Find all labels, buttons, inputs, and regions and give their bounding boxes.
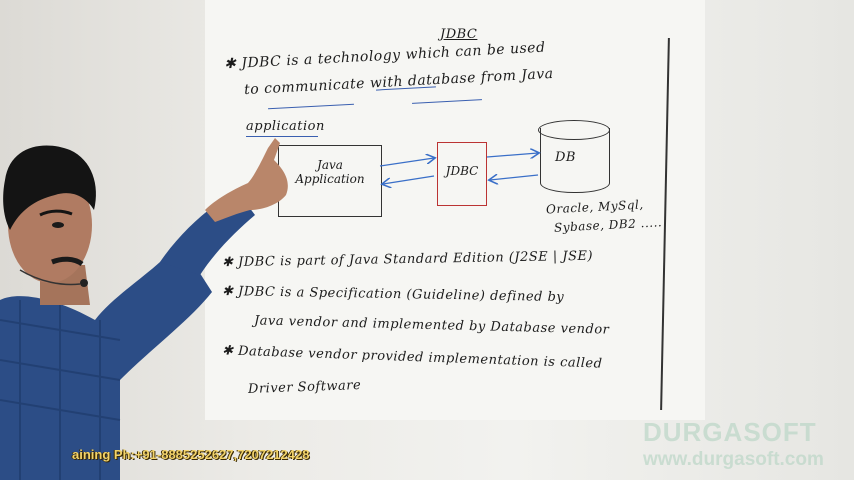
video-frame: JDBC ✱ JDBC is a technology which can be…	[0, 0, 854, 480]
contact-ticker: aining Ph:+91-8885252627,7207212428	[72, 447, 310, 462]
arrow-jdbc-to-db	[486, 153, 538, 157]
arrow-db-to-jdbc	[490, 175, 539, 180]
diagram-arrows	[379, 0, 854, 480]
arrow-java-to-jdbc	[379, 158, 434, 167]
brand-url-watermark: www.durgasoft.com	[643, 449, 824, 470]
brand-watermark: DURGASOFT	[643, 417, 817, 447]
arrow-jdbc-to-java	[383, 175, 435, 184]
